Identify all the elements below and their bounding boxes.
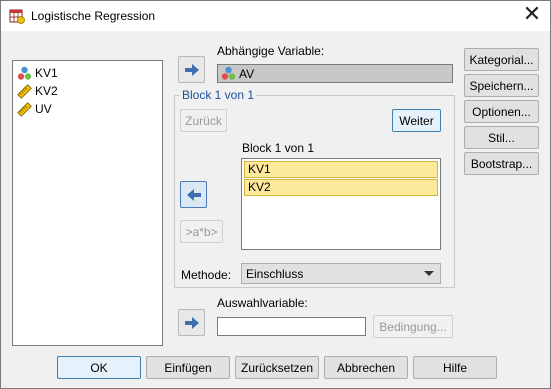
arrow-right-icon <box>184 63 199 76</box>
close-icon[interactable]: ✕ <box>520 4 544 28</box>
window-title: Logistische Regression <box>31 9 156 23</box>
variable-name: KV1 <box>35 66 58 80</box>
move-to-block-button[interactable] <box>180 181 207 208</box>
nominal-icon <box>17 66 32 80</box>
help-button[interactable]: Hilfe <box>413 356 497 379</box>
list-item[interactable]: KV1 <box>13 64 162 82</box>
dependent-variable-label: Abhängige Variable: <box>217 44 325 58</box>
method-select[interactable]: Einschluss <box>241 263 441 284</box>
bootstrap-button[interactable]: Bootstrap... <box>464 152 539 175</box>
list-item[interactable]: KV1 <box>244 161 438 178</box>
source-variable-list[interactable]: KV1 KV2 UV <box>12 60 163 346</box>
ok-button[interactable]: OK <box>57 356 141 379</box>
nominal-icon <box>221 66 236 80</box>
scale-icon <box>17 101 32 117</box>
cancel-button[interactable]: Abbrechen <box>324 356 408 379</box>
list-item[interactable]: KV2 <box>13 82 162 100</box>
next-button[interactable]: Weiter <box>392 109 441 132</box>
dependent-variable-value: AV <box>239 66 255 81</box>
reset-button[interactable]: Zurücksetzen <box>235 356 319 379</box>
chevron-down-icon <box>424 271 434 276</box>
options-button[interactable]: Optionen... <box>464 100 539 123</box>
title-bar: Logistische Regression ✕ <box>1 1 550 31</box>
style-button[interactable]: Stil... <box>464 126 539 149</box>
selection-variable-field[interactable] <box>217 317 366 336</box>
variable-name: KV2 <box>35 84 58 98</box>
paste-button[interactable]: Einfügen <box>146 356 230 379</box>
condition-button[interactable]: Bedingung... <box>373 315 453 338</box>
back-button[interactable]: Zurück <box>180 109 227 132</box>
save-button[interactable]: Speichern... <box>464 74 539 97</box>
block-variable-list[interactable]: KV1 KV2 <box>241 158 441 250</box>
interaction-button[interactable]: >a*b> <box>180 220 223 243</box>
selection-variable-label: Auswahlvariable: <box>217 296 308 310</box>
move-to-selection-button[interactable] <box>178 309 205 336</box>
method-value: Einschluss <box>246 266 304 281</box>
dependent-variable-field[interactable]: AV <box>217 64 453 83</box>
method-label: Methode: <box>181 268 232 282</box>
spss-app-icon <box>9 9 25 24</box>
block-group-title: Block 1 von 1 <box>180 88 257 102</box>
arrow-left-icon <box>186 188 201 201</box>
categorical-button[interactable]: Kategorial... <box>464 48 539 71</box>
scale-icon <box>17 83 32 99</box>
list-item[interactable]: KV2 <box>244 179 438 196</box>
arrow-right-icon <box>184 316 199 329</box>
variable-name: UV <box>35 102 52 116</box>
logistic-regression-dialog: Logistische Regression ✕ KV1 KV2 UV Abhä… <box>0 0 551 389</box>
move-to-dependent-button[interactable] <box>178 56 205 83</box>
list-item[interactable]: UV <box>13 100 162 118</box>
block-list-label: Block 1 von 1 <box>242 141 315 155</box>
